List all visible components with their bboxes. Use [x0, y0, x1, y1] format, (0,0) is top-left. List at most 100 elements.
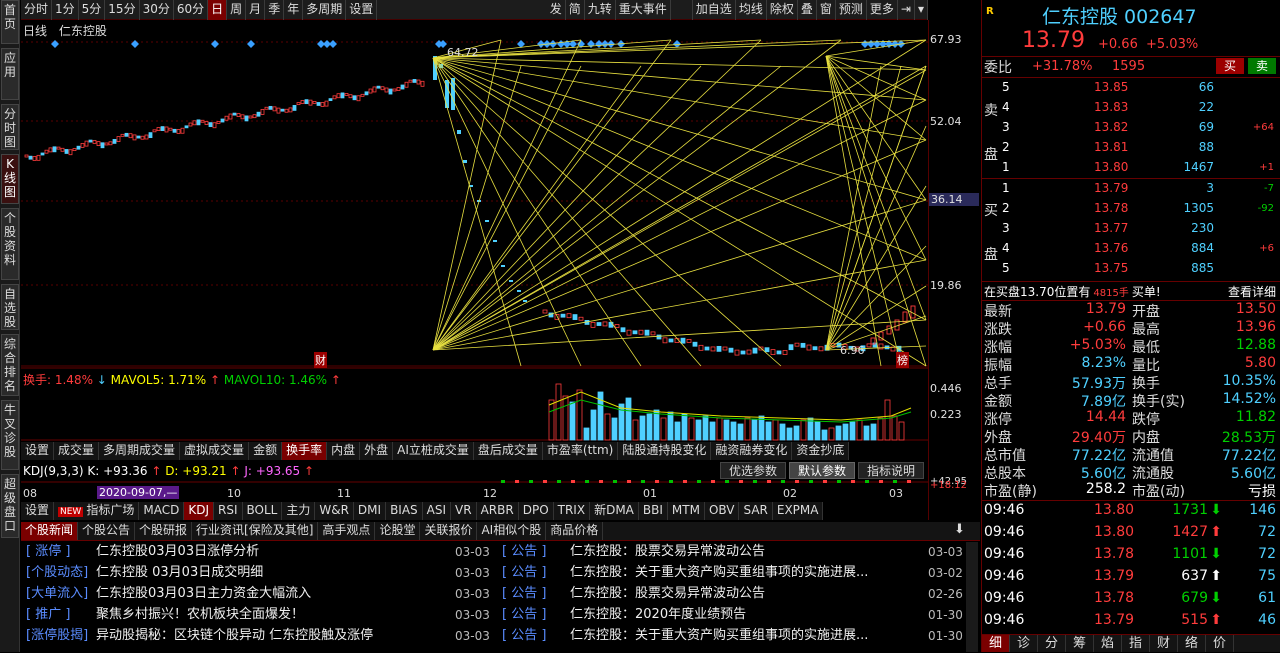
- indicator-tab[interactable]: TRIX: [553, 502, 591, 520]
- view-details-link[interactable]: 查看详细: [1228, 283, 1276, 300]
- download-icon[interactable]: ⬇: [954, 522, 965, 537]
- indicator-tab[interactable]: KDJ: [184, 502, 214, 520]
- left-tab[interactable]: 综 合 排 名: [1, 334, 19, 396]
- indicator-tab[interactable]: MTM: [667, 502, 705, 520]
- indicator-tab[interactable]: DMI: [353, 502, 387, 520]
- news-title[interactable]: 仁东控股03月03日主力资金大幅流入: [96, 584, 311, 604]
- volume-tab[interactable]: 市盈率(ttm): [542, 442, 619, 460]
- period-tab[interactable]: 60分: [174, 0, 209, 20]
- period-tab[interactable]: 多周期: [303, 0, 347, 20]
- news-title[interactable]: 仁东控股：股票交易异常波动公告: [570, 542, 765, 562]
- indicator-tab[interactable]: MACD: [139, 502, 185, 520]
- bid-price[interactable]: 13.77: [1094, 221, 1128, 235]
- bid-price[interactable]: 13.75: [1094, 261, 1128, 275]
- toolbar-button[interactable]: 除权: [767, 0, 798, 20]
- quote-tab[interactable]: 细: [982, 635, 1010, 652]
- ask-price[interactable]: 13.82: [1094, 120, 1128, 134]
- volume-tab[interactable]: AI立桩成交量: [393, 442, 474, 460]
- finance-marker[interactable]: 财: [314, 352, 327, 368]
- indicator-help-button[interactable]: 指标说明: [858, 462, 925, 479]
- quote-tab[interactable]: 焰: [1094, 635, 1122, 652]
- quote-tab[interactable]: 诊: [1010, 635, 1038, 652]
- left-tab[interactable]: 分 时 图: [1, 104, 19, 150]
- indicator-tab[interactable]: 新DMA: [590, 502, 639, 520]
- indicator-tab[interactable]: RSI: [214, 502, 243, 520]
- news-tab[interactable]: 个股研报: [135, 522, 193, 540]
- indicator-tab[interactable]: SAR: [739, 502, 773, 520]
- indicator-tab[interactable]: W&R: [315, 502, 354, 520]
- volume-tab[interactable]: 内盘: [327, 442, 361, 460]
- toolbar-button[interactable]: 叠: [798, 0, 817, 20]
- volume-tab[interactable]: 多周期成交量: [99, 442, 181, 460]
- toolbar-button[interactable]: 加自选: [693, 0, 736, 20]
- indicator-tab[interactable]: NEW 指标广场: [54, 502, 140, 520]
- toolbar-button[interactable]: 发: [547, 0, 566, 20]
- period-tab[interactable]: 分时: [21, 0, 53, 20]
- left-tab[interactable]: 自 选 股: [1, 284, 19, 330]
- exit-icon[interactable]: ⇥: [898, 0, 915, 20]
- volume-tab[interactable]: 外盘: [360, 442, 394, 460]
- toolbar-button[interactable]: 简: [566, 0, 585, 20]
- volume-tab[interactable]: 换手率: [282, 442, 328, 460]
- news-title[interactable]: 仁东控股 03月03日成交明细: [96, 563, 263, 583]
- quote-tab[interactable]: 分: [1038, 635, 1066, 652]
- news-tab[interactable]: 个股公告: [78, 522, 136, 540]
- news-tab[interactable]: AI相似个股: [477, 522, 547, 540]
- ask-price[interactable]: 13.85: [1094, 80, 1128, 94]
- indicator-tab[interactable]: BBI: [638, 502, 668, 520]
- news-tab[interactable]: 关联报价: [420, 522, 478, 540]
- ask-price[interactable]: 13.80: [1094, 160, 1128, 174]
- indicator-tab[interactable]: 主力: [282, 502, 316, 520]
- news-scrollbar[interactable]: [966, 542, 978, 652]
- left-tab[interactable]: 应 用: [1, 48, 19, 100]
- preferred-params-button[interactable]: 优选参数: [720, 462, 787, 479]
- indicator-tab[interactable]: BOLL: [242, 502, 283, 520]
- indicator-tab[interactable]: ARBR: [476, 502, 519, 520]
- quote-tab[interactable]: 筹: [1066, 635, 1094, 652]
- news-tab[interactable]: 个股新闻: [21, 522, 79, 540]
- indicator-tab[interactable]: DPO: [518, 502, 554, 520]
- news-tab[interactable]: 商品价格: [546, 522, 604, 540]
- news-title[interactable]: 仁东控股03月03日涨停分析: [96, 542, 259, 562]
- toolbar-button[interactable]: 均线: [736, 0, 767, 20]
- chevron-down-icon[interactable]: ▾: [915, 0, 928, 20]
- left-tab[interactable]: 超 级 盘 口: [1, 474, 19, 538]
- volume-tab[interactable]: 陆股通持股变化: [618, 442, 712, 460]
- period-tab[interactable]: 1分: [52, 0, 79, 20]
- toolbar-button[interactable]: 预测: [836, 0, 867, 20]
- quote-tab[interactable]: 指: [1122, 635, 1150, 652]
- volume-tab[interactable]: 融资融券变化: [711, 442, 793, 460]
- period-tab[interactable]: 月: [246, 0, 266, 20]
- quote-tab[interactable]: 财: [1150, 635, 1178, 652]
- volume-tab[interactable]: 虚拟成交量: [180, 442, 250, 460]
- news-title[interactable]: 仁东控股：股票交易异常波动公告: [570, 584, 765, 604]
- left-tab[interactable]: 首 页: [1, 0, 19, 44]
- sell-button[interactable]: 卖: [1248, 58, 1276, 74]
- indicator-tab[interactable]: ASI: [422, 502, 452, 520]
- toolbar-button[interactable]: 窗: [817, 0, 836, 20]
- bid-price[interactable]: 13.78: [1094, 201, 1128, 215]
- toolbar-button[interactable]: 九转: [585, 0, 616, 20]
- toolbar-button[interactable]: 更多: [867, 0, 898, 20]
- period-tab[interactable]: 设置: [346, 0, 378, 20]
- news-tab[interactable]: 高手观点: [318, 522, 376, 540]
- indicator-tab[interactable]: EXPMA: [772, 502, 824, 520]
- news-title[interactable]: 聚焦乡村振兴！农机板块全面爆发！: [96, 605, 304, 625]
- volume-tab[interactable]: 资金抄底: [792, 442, 850, 460]
- period-tab[interactable]: 15分: [105, 0, 140, 20]
- period-tab[interactable]: 季: [265, 0, 285, 20]
- volume-tab[interactable]: 金额: [249, 442, 283, 460]
- news-tab[interactable]: 论股堂: [375, 522, 421, 540]
- volume-tab[interactable]: 盘后成交量: [473, 442, 543, 460]
- period-tab[interactable]: 30分: [140, 0, 174, 20]
- indicator-tab[interactable]: BIAS: [386, 502, 423, 520]
- volume-tab[interactable]: 设置: [21, 442, 55, 460]
- toolbar-button[interactable]: 重大事件: [616, 0, 671, 20]
- buy-button[interactable]: 买: [1216, 58, 1244, 74]
- indicator-tab[interactable]: VR: [451, 502, 477, 520]
- news-tab[interactable]: 行业资讯[保险及其他]: [192, 522, 319, 540]
- period-tab[interactable]: 年: [284, 0, 304, 20]
- news-title[interactable]: 仁东控股：关于重大资产购买重组事项的实施进展...: [570, 563, 868, 583]
- left-tab[interactable]: K 线 图: [1, 154, 19, 204]
- ask-price[interactable]: 13.81: [1094, 140, 1128, 154]
